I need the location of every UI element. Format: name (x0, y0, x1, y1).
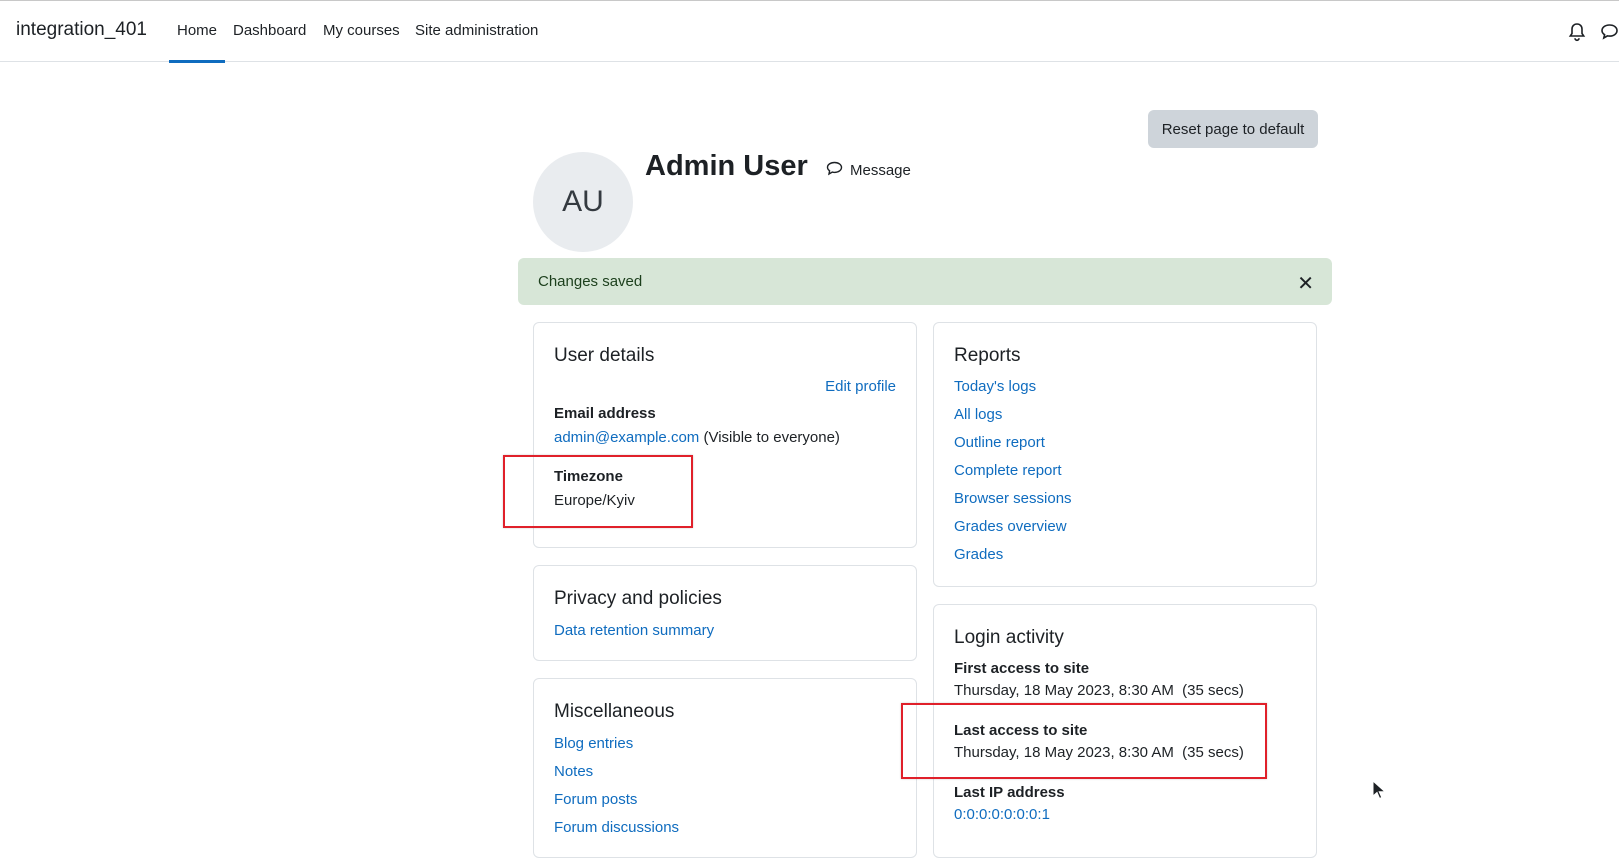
reports-card: Reports Today's logs All logs Outline re… (933, 322, 1317, 587)
card-title: Privacy and policies (554, 588, 722, 609)
last-ip-label: Last IP address (954, 784, 1065, 801)
blog-entries-link[interactable]: Blog entries (554, 735, 633, 752)
complete-report-link[interactable]: Complete report (954, 462, 1062, 479)
bell-icon[interactable] (1568, 22, 1588, 42)
page-title: Admin User (645, 150, 808, 182)
card-title: User details (554, 345, 655, 366)
card-title: Reports (954, 345, 1021, 366)
notes-link[interactable]: Notes (554, 763, 593, 780)
last-access-highlight-box (901, 703, 1267, 779)
email-visibility: (Visible to everyone) (703, 429, 840, 446)
nav-site-administration[interactable]: Site administration (415, 22, 538, 62)
nav-my-courses[interactable]: My courses (323, 22, 400, 62)
close-icon[interactable]: ✕ (1297, 271, 1314, 296)
grades-overview-link[interactable]: Grades overview (954, 518, 1067, 535)
email-link[interactable]: admin@example.com (554, 429, 699, 446)
first-access-label: First access to site (954, 660, 1090, 677)
outline-report-link[interactable]: Outline report (954, 434, 1045, 451)
chat-bubble-icon[interactable] (1600, 22, 1619, 42)
mouse-pointer-icon (1372, 779, 1387, 804)
avatar: AU (533, 152, 633, 252)
all-logs-link[interactable]: All logs (954, 406, 1002, 423)
changes-saved-alert: Changes saved ✕ (518, 258, 1332, 305)
forum-posts-link[interactable]: Forum posts (554, 791, 637, 808)
last-ip-link[interactable]: 0:0:0:0:0:0:0:1 (954, 806, 1050, 823)
email-label: Email address (554, 405, 656, 422)
message-button[interactable]: Message (826, 161, 911, 180)
nav-dashboard[interactable]: Dashboard (233, 22, 306, 62)
data-retention-link[interactable]: Data retention summary (554, 622, 714, 639)
card-title: Login activity (954, 627, 1064, 648)
email-value: admin@example.com (Visible to everyone) (554, 429, 840, 446)
edit-profile-link[interactable]: Edit profile (825, 378, 896, 395)
card-title: Miscellaneous (554, 701, 675, 722)
miscellaneous-card: Miscellaneous Blog entries Notes Forum p… (533, 678, 917, 858)
top-navbar: integration_401 Home Dashboard My course… (0, 0, 1619, 63)
reset-page-button[interactable]: Reset page to default (1148, 110, 1318, 148)
privacy-card: Privacy and policies Data retention summ… (533, 565, 917, 661)
message-label: Message (850, 162, 911, 179)
browser-sessions-link[interactable]: Browser sessions (954, 490, 1072, 507)
timezone-highlight-box (503, 455, 693, 528)
nav-home[interactable]: Home (168, 22, 226, 63)
grades-link[interactable]: Grades (954, 546, 1003, 563)
chat-bubble-icon (826, 161, 843, 180)
todays-logs-link[interactable]: Today's logs (954, 378, 1036, 395)
first-access-value: Thursday, 18 May 2023, 8:30 AM (35 secs) (954, 682, 1244, 699)
alert-text: Changes saved (538, 273, 643, 290)
site-brand[interactable]: integration_401 (16, 19, 147, 41)
forum-discussions-link[interactable]: Forum discussions (554, 819, 679, 836)
